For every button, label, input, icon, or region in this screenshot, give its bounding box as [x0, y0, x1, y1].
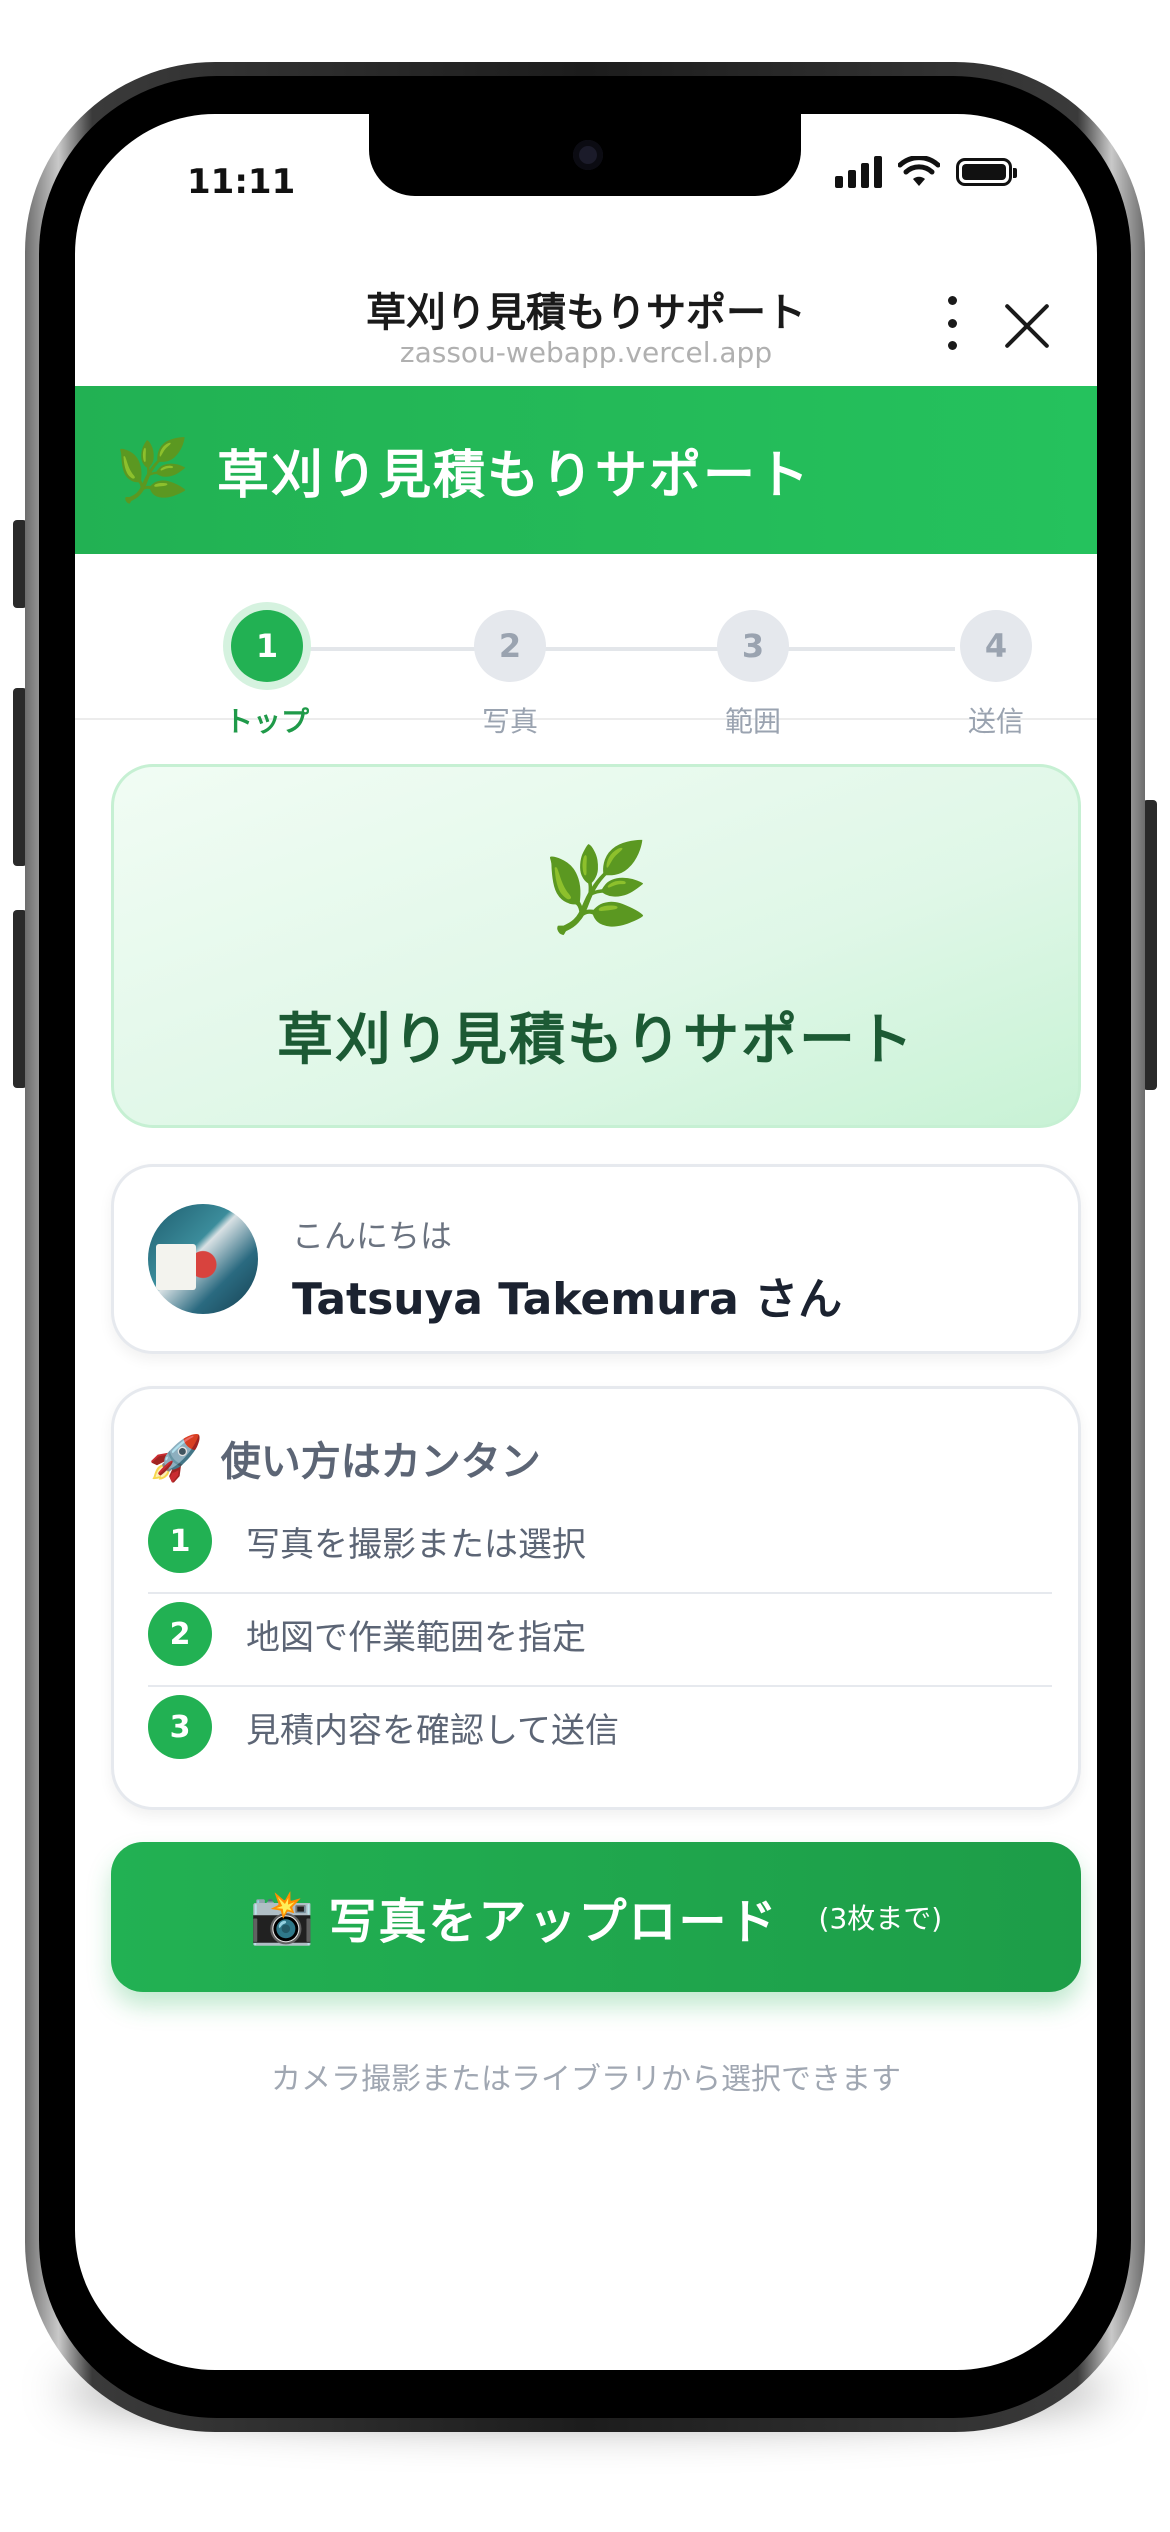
step-label: 送信 [967, 705, 1024, 738]
status-icons [835, 156, 1017, 188]
front-camera [573, 140, 603, 170]
cellular-signal-icon [835, 156, 882, 188]
kebab-menu-icon[interactable] [940, 296, 964, 350]
camera-flash-icon: 📸 [249, 1887, 315, 1948]
greeting-text: こんにちは [292, 1217, 453, 1255]
step-text: 地図で作業範囲を指定 [246, 1617, 586, 1658]
step-badge: 1 [148, 1509, 212, 1573]
rocket-icon: 🚀 [148, 1433, 203, 1484]
step-photo[interactable]: 2 写真 [430, 610, 590, 740]
hero-banner: 🌿 草刈り見積もりサポート [111, 764, 1081, 1128]
step-badge: 2 [148, 1602, 212, 1666]
step-top[interactable]: 1 トップ [187, 610, 347, 740]
step-text: 写真を撮影または選択 [246, 1524, 586, 1565]
howto-card: 🚀 使い方はカンタン 1 写真を撮影または選択 2 地図で作業範囲を指定 3 見… [111, 1386, 1081, 1810]
list-item: 3 見積内容を確認して送信 [148, 1681, 1052, 1773]
step-send[interactable]: 4 送信 [916, 610, 1076, 740]
status-time: 11:11 [187, 162, 296, 202]
upload-photo-button[interactable]: 📸 写真をアップロード (3枚まで) [111, 1842, 1081, 1992]
step-number: 2 [474, 610, 546, 682]
list-item: 2 地図で作業範囲を指定 [148, 1588, 1052, 1680]
step-label: トップ [224, 705, 309, 738]
step-label: 範囲 [724, 705, 781, 738]
list-item: 1 写真を撮影または選択 [148, 1495, 1052, 1587]
phone-screen: 11:11 草刈り見積もりサポート zassou-webapp.vercel.a… [75, 114, 1097, 2370]
step-number: 4 [960, 610, 1032, 682]
close-icon[interactable] [1003, 302, 1051, 350]
user-card: こんにちは Tatsuya Takemura さん [111, 1164, 1081, 1354]
notch [369, 114, 801, 196]
upload-button-label: 写真をアップロード [328, 1894, 779, 1950]
leaf-icon: 🌿 [115, 435, 190, 506]
wifi-icon [898, 156, 940, 186]
howto-heading: 🚀 使い方はカンタン [148, 1429, 541, 1487]
upload-limit-label: (3枚まで) [818, 1902, 943, 1935]
step-number: 3 [717, 610, 789, 682]
step-label: 写真 [481, 705, 538, 738]
howto-title: 使い方はカンタン [220, 1439, 541, 1485]
power-button [1143, 800, 1157, 1090]
user-name: Tatsuya Takemura さん [292, 1274, 843, 1325]
step-area[interactable]: 3 範囲 [673, 610, 833, 740]
progress-stepper: 1 トップ 2 写真 3 範囲 4 送信 [75, 554, 1097, 738]
app-title: 草刈り見積もりサポート [217, 445, 812, 506]
upload-hint: カメラ撮影またはライブラリから選択できます [271, 2062, 901, 2097]
avatar [148, 1204, 258, 1314]
leaf-icon: 🌿 [542, 838, 650, 938]
step-number: 1 [231, 610, 303, 682]
app-header: 🌿 草刈り見積もりサポート [75, 386, 1097, 554]
step-badge: 3 [148, 1695, 212, 1759]
battery-icon [956, 158, 1017, 186]
step-text: 見積内容を確認して送信 [246, 1710, 619, 1751]
hero-title: 草刈り見積もりサポート [277, 1008, 915, 1073]
